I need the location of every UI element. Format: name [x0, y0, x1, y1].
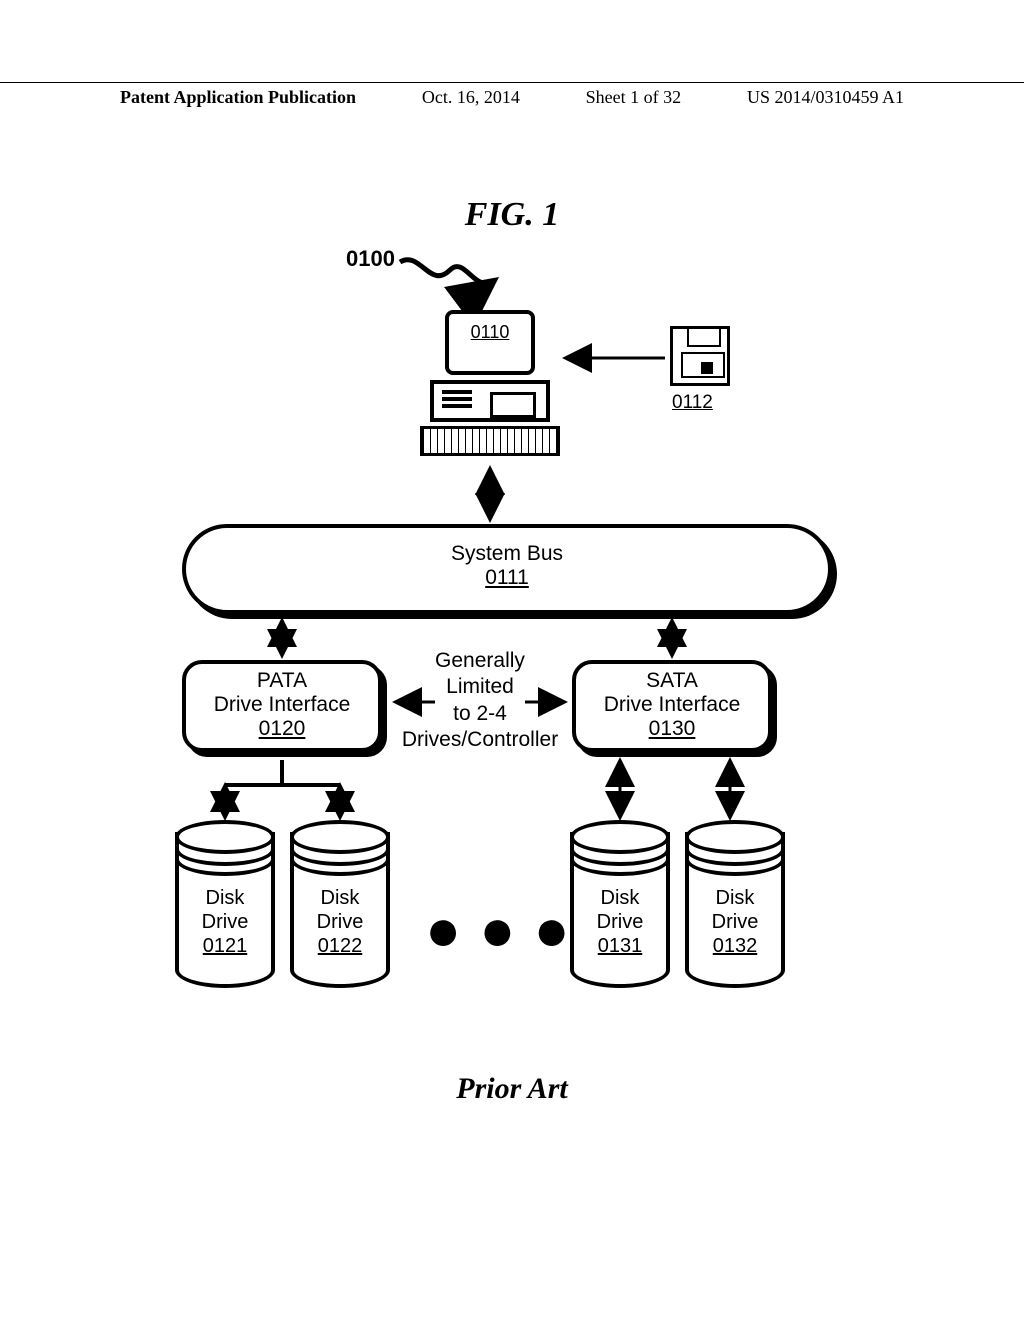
center-l1: Generally — [390, 648, 570, 674]
ellipsis-dots: ●●● — [425, 895, 588, 964]
floppy-ref: 0112 — [672, 392, 713, 414]
disk-l2: Drive — [597, 911, 644, 933]
center-l2: Limited — [390, 674, 570, 700]
system-bus-ref: 0111 — [186, 566, 828, 590]
sata-box: SATA Drive Interface 0130 — [572, 660, 772, 752]
system-bus-box: System Bus 0111 — [182, 524, 832, 614]
disk-l2: Drive — [712, 911, 759, 933]
disk-0131: DiskDrive0131 — [570, 820, 670, 990]
computer-icon: 0110 — [420, 310, 560, 460]
center-note: Generally Limited to 2-4 Drives/Controll… — [390, 648, 570, 753]
sata-l1: SATA — [576, 669, 768, 693]
disk-ref: 0131 — [598, 935, 643, 957]
computer-ref: 0110 — [471, 322, 510, 342]
pata-box: PATA Drive Interface 0120 — [182, 660, 382, 752]
system-bus-label: System Bus — [186, 542, 828, 566]
disk-0132: DiskDrive0132 — [685, 820, 785, 990]
disk-l1: Disk — [206, 887, 245, 909]
disk-l1: Disk — [601, 887, 640, 909]
disk-0121: DiskDrive0121 — [175, 820, 275, 990]
disk-0122: DiskDrive0122 — [290, 820, 390, 990]
disk-l2: Drive — [317, 911, 364, 933]
pata-l2: Drive Interface — [186, 693, 378, 717]
disk-l2: Drive — [202, 911, 249, 933]
disk-ref: 0122 — [318, 935, 363, 957]
disk-l1: Disk — [716, 887, 755, 909]
disk-l1: Disk — [321, 887, 360, 909]
disk-ref: 0121 — [203, 935, 248, 957]
monitor-icon: 0110 — [445, 310, 535, 375]
pata-l1: PATA — [186, 669, 378, 693]
floppy-icon — [670, 326, 730, 386]
sata-l2: Drive Interface — [576, 693, 768, 717]
pata-ref: 0120 — [186, 717, 378, 741]
center-l3: to 2-4 — [390, 701, 570, 727]
tower-icon — [430, 380, 550, 422]
disk-ref: 0132 — [713, 935, 758, 957]
keyboard-icon — [420, 426, 560, 456]
prior-art-label: Prior Art — [0, 1072, 1024, 1106]
center-l4: Drives/Controller — [390, 727, 570, 753]
sata-ref: 0130 — [576, 717, 768, 741]
